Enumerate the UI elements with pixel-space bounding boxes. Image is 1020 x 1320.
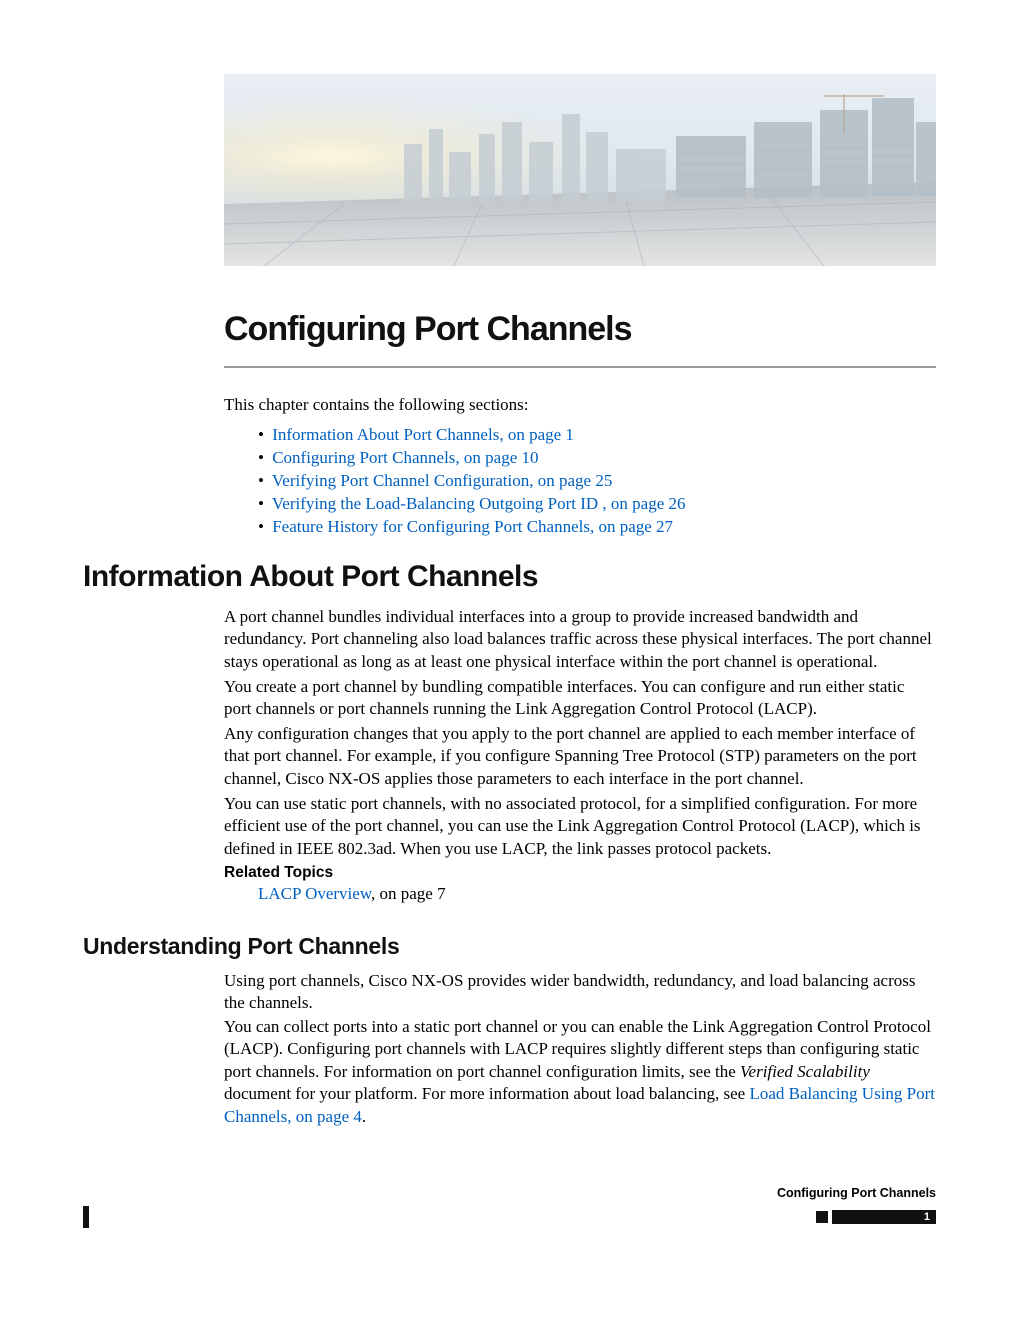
italic-text: Verified Scalability xyxy=(740,1062,870,1081)
footer-left-mark xyxy=(83,1206,89,1228)
section-heading-information: Information About Port Channels xyxy=(83,560,538,594)
toc-item: • Information About Port Channels, on pa… xyxy=(258,424,936,447)
related-topic-tail: , on page 7 xyxy=(371,884,446,903)
title-rule xyxy=(224,366,936,368)
toc-link[interactable]: Feature History for Configuring Port Cha… xyxy=(272,517,673,536)
bullet-icon: • xyxy=(258,471,264,490)
bullet-icon: • xyxy=(258,494,264,513)
body-paragraph: You can use static port channels, with n… xyxy=(224,793,936,860)
banner-image xyxy=(224,74,936,266)
toc-item: • Configuring Port Channels, on page 10 xyxy=(258,447,936,470)
body-paragraph: You create a port channel by bundling co… xyxy=(224,676,936,721)
footer-page-decor: 1 xyxy=(816,1206,936,1226)
toc-link[interactable]: Verifying Port Channel Configuration, on… xyxy=(272,471,612,490)
bullet-icon: • xyxy=(258,425,264,444)
body-paragraph: Any configuration changes that you apply… xyxy=(224,723,936,790)
footer-page-number: 1 xyxy=(924,1210,930,1224)
bullet-icon: • xyxy=(258,517,264,536)
chapter-title: Configuring Port Channels xyxy=(224,310,632,349)
text-run: . xyxy=(362,1107,366,1126)
bullet-icon: • xyxy=(258,448,264,467)
related-topics-heading: Related Topics xyxy=(224,864,333,882)
toc-link[interactable]: Verifying the Load-Balancing Outgoing Po… xyxy=(272,494,686,513)
toc-item: • Verifying Port Channel Configuration, … xyxy=(258,470,936,493)
body-paragraph: You can collect ports into a static port… xyxy=(224,1016,936,1128)
toc-link[interactable]: Information About Port Channels, on page… xyxy=(272,425,574,444)
related-topic-item: LACP Overview, on page 7 xyxy=(258,884,936,904)
footer-page-bar: 1 xyxy=(832,1210,936,1224)
related-topic-link[interactable]: LACP Overview xyxy=(258,884,371,903)
page-footer: Configuring Port Channels 1 xyxy=(83,1186,936,1236)
toc-list: • Information About Port Channels, on pa… xyxy=(258,424,936,539)
toc-item: • Feature History for Configuring Port C… xyxy=(258,516,936,539)
footer-square-icon xyxy=(816,1211,828,1223)
subsection-heading-understanding: Understanding Port Channels xyxy=(83,933,399,960)
body-paragraph: Using port channels, Cisco NX-OS provide… xyxy=(224,970,936,1015)
footer-book-title: Configuring Port Channels xyxy=(777,1186,936,1200)
body-paragraph: A port channel bundles individual interf… xyxy=(224,606,936,673)
intro-text: This chapter contains the following sect… xyxy=(224,394,936,416)
toc-link[interactable]: Configuring Port Channels, on page 10 xyxy=(272,448,538,467)
text-run: document for your platform. For more inf… xyxy=(224,1084,749,1103)
toc-item: • Verifying the Load-Balancing Outgoing … xyxy=(258,493,936,516)
